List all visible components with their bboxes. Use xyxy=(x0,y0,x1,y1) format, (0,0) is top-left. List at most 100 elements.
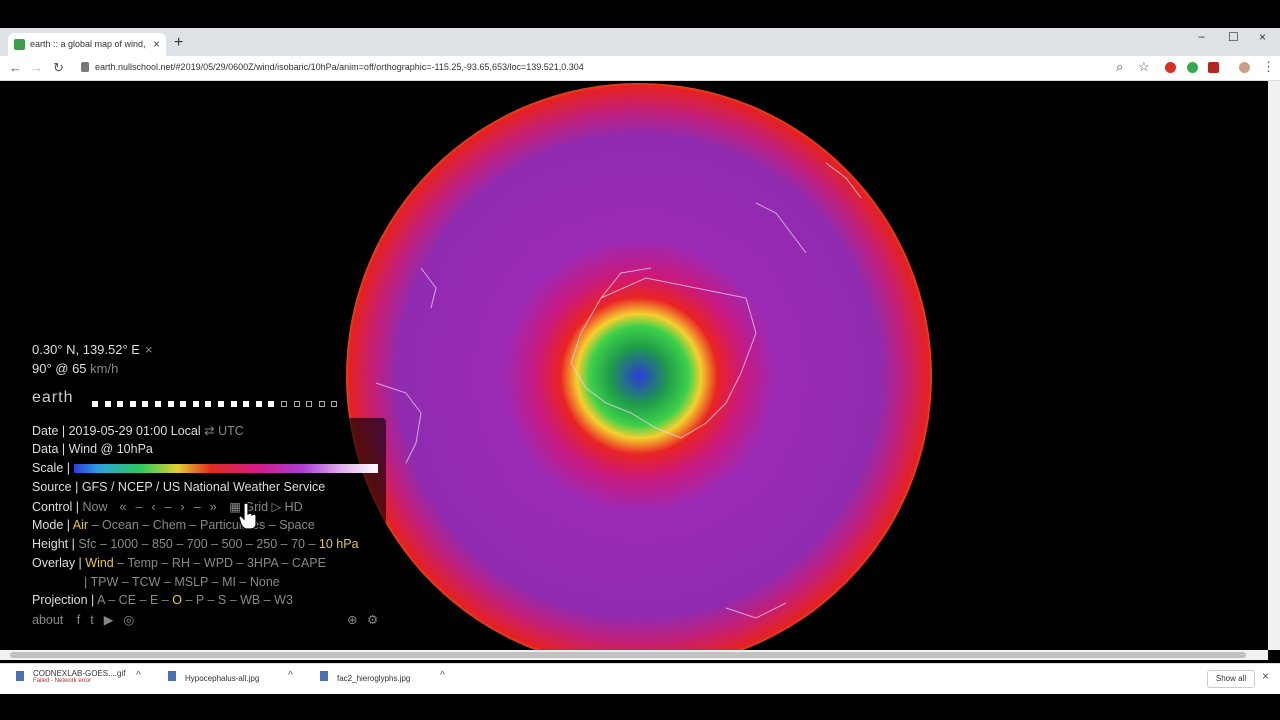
menu-option[interactable]: Temp xyxy=(127,556,158,570)
control-button[interactable]: Now xyxy=(83,500,108,514)
menu-option[interactable]: None xyxy=(250,575,280,589)
vertical-scrollbar[interactable] xyxy=(1268,81,1280,650)
reload-icon[interactable]: ↻ xyxy=(53,60,64,76)
control-button[interactable]: – xyxy=(194,500,201,514)
adblock-extension-icon[interactable] xyxy=(1165,62,1176,73)
control-button[interactable]: – xyxy=(135,500,142,514)
date-value[interactable]: 2019-05-29 01:00 Local xyxy=(69,424,201,438)
settings-gear-icon[interactable]: ⚙ xyxy=(367,612,378,627)
browser-menu-icon[interactable]: ⋮ xyxy=(1262,59,1275,75)
data-value: Wind @ 10hPa xyxy=(68,442,153,456)
menu-option[interactable]: 1000 xyxy=(110,537,138,551)
control-button[interactable]: ‹ xyxy=(151,500,155,514)
browser-tab[interactable]: earth :: a global map of wind, we × xyxy=(8,33,166,56)
play-icon[interactable]: ▷ xyxy=(272,500,282,514)
download-item[interactable]: fac2_hieroglyphs.jpg xyxy=(337,674,410,683)
menu-option[interactable]: TPW xyxy=(91,575,119,589)
download-options-icon[interactable]: ^ xyxy=(136,670,141,681)
file-icon xyxy=(320,671,328,681)
hd-toggle[interactable]: HD xyxy=(285,500,303,514)
progress-dot xyxy=(192,401,199,407)
tab-close-icon[interactable]: × xyxy=(153,37,160,51)
menu-option[interactable]: Chem xyxy=(153,518,186,532)
progress-dot xyxy=(180,401,187,407)
menu-option[interactable]: CAPE xyxy=(292,556,326,570)
progress-dot xyxy=(255,401,262,407)
menu-option[interactable]: A xyxy=(97,593,105,607)
download-item[interactable]: CODNEXLAB-GOES....gif Failed - Network er… xyxy=(33,669,125,684)
horizontal-scroll-thumb[interactable] xyxy=(10,652,1246,658)
date-toggle-icon[interactable]: ⇄ xyxy=(204,424,214,438)
bookmark-star-icon[interactable]: ☆ xyxy=(1138,59,1150,75)
new-tab-button[interactable]: + xyxy=(174,34,183,52)
facebook-icon[interactable]: f xyxy=(77,613,80,627)
menu-option[interactable]: MSLP xyxy=(174,575,208,589)
menu-option[interactable]: 850 xyxy=(152,537,173,551)
projection-options: A – CE – E – O – P – S – WB – W3 xyxy=(97,593,293,607)
menu-option[interactable]: O xyxy=(172,593,182,607)
menu-option[interactable]: S xyxy=(218,593,226,607)
clear-location-icon[interactable]: × xyxy=(145,342,153,357)
control-button[interactable]: – xyxy=(165,500,172,514)
progress-dot xyxy=(205,401,212,407)
menu-option[interactable]: 10 xyxy=(319,537,333,551)
extension-green-icon[interactable] xyxy=(1187,62,1198,73)
menu-option[interactable]: P xyxy=(196,593,204,607)
color-scale-bar[interactable] xyxy=(74,464,378,474)
youtube-icon[interactable]: ▶ xyxy=(104,612,114,627)
menu-option[interactable]: 700 xyxy=(187,537,208,551)
wind-unit-toggle[interactable]: km/h xyxy=(90,361,118,376)
control-button[interactable]: « xyxy=(120,500,127,514)
menu-option[interactable]: MI xyxy=(222,575,236,589)
menu-option[interactable]: TCW xyxy=(132,575,160,589)
utc-toggle[interactable]: UTC xyxy=(218,424,244,438)
menu-option[interactable]: 70 xyxy=(291,537,305,551)
show-all-downloads-button[interactable]: Show all xyxy=(1207,670,1255,688)
download-options-icon[interactable]: ^ xyxy=(288,670,293,681)
menu-option[interactable]: WPD xyxy=(204,556,233,570)
control-button[interactable]: › xyxy=(181,500,185,514)
menu-option[interactable]: 500 xyxy=(222,537,243,551)
menu-option[interactable]: WB xyxy=(240,593,260,607)
hand-cursor-icon xyxy=(238,502,257,530)
favicon-icon xyxy=(14,39,25,50)
menu-option[interactable]: Ocean xyxy=(102,518,139,532)
back-icon[interactable]: ← xyxy=(9,60,22,75)
progress-dot xyxy=(230,401,237,407)
profile-avatar[interactable] xyxy=(1239,62,1250,73)
close-downloads-icon[interactable]: × xyxy=(1262,669,1269,683)
globe-wind-visualization[interactable] xyxy=(346,83,932,650)
tab-strip xyxy=(0,28,1280,56)
menu-option[interactable]: W3 xyxy=(274,593,293,607)
zoom-icon[interactable]: ⌕ xyxy=(1116,59,1123,75)
address-bar[interactable]: earth.nullschool.net/#2019/05/29/0600Z/w… xyxy=(78,59,1158,77)
maximize-icon[interactable]: ☐ xyxy=(1228,30,1239,44)
download-item[interactable]: Hypocephalus-all.jpg xyxy=(185,674,259,683)
location-icon[interactable]: ⊕ xyxy=(347,612,357,627)
menu-option[interactable]: Sfc xyxy=(78,537,96,551)
download-status: Failed - Network error xyxy=(33,678,92,684)
progress-dot xyxy=(117,401,124,407)
pdf-extension-icon[interactable] xyxy=(1208,62,1219,73)
menu-option[interactable]: RH xyxy=(172,556,190,570)
minimize-icon[interactable]: − xyxy=(1198,30,1205,44)
earth-menu-toggle[interactable]: earth xyxy=(32,389,73,407)
instagram-icon[interactable]: ◎ xyxy=(123,612,134,627)
close-window-icon[interactable]: × xyxy=(1259,30,1266,44)
url-text[interactable]: earth.nullschool.net/#2019/05/29/0600Z/w… xyxy=(95,62,584,72)
about-link[interactable]: about xyxy=(32,613,63,627)
menu-option[interactable]: Wind xyxy=(85,556,113,570)
twitter-icon[interactable]: t xyxy=(90,613,93,627)
wind-readout: 90° @ 65 km/h xyxy=(32,361,118,376)
control-button[interactable]: » xyxy=(210,500,217,514)
menu-option[interactable]: Space xyxy=(279,518,314,532)
progress-dot xyxy=(217,401,224,407)
source-value: GFS / NCEP / US National Weather Service xyxy=(81,480,326,494)
menu-option[interactable]: CE xyxy=(119,593,136,607)
forward-icon[interactable]: → xyxy=(30,60,43,75)
menu-option[interactable]: Air xyxy=(73,518,88,532)
menu-option[interactable]: 250 xyxy=(256,537,277,551)
overlay-row-2: | TPW – TCW – MSLP – MI – None xyxy=(84,575,280,589)
menu-option[interactable]: 3HPA xyxy=(247,556,278,570)
download-options-icon[interactable]: ^ xyxy=(440,670,445,681)
